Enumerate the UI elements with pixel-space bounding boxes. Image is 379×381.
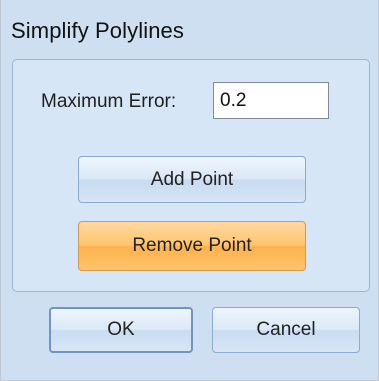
maximum-error-input[interactable] (213, 82, 329, 119)
dialog-title: Simplify Polylines (11, 18, 184, 43)
maximum-error-label: Maximum Error: (41, 91, 177, 112)
ok-button[interactable]: OK (49, 307, 193, 353)
remove-point-button[interactable]: Remove Point (78, 221, 306, 271)
cancel-button[interactable]: Cancel (212, 307, 360, 353)
add-point-button[interactable]: Add Point (78, 156, 306, 203)
simplify-polylines-dialog: Simplify Polylines Maximum Error: Add Po… (0, 0, 379, 381)
